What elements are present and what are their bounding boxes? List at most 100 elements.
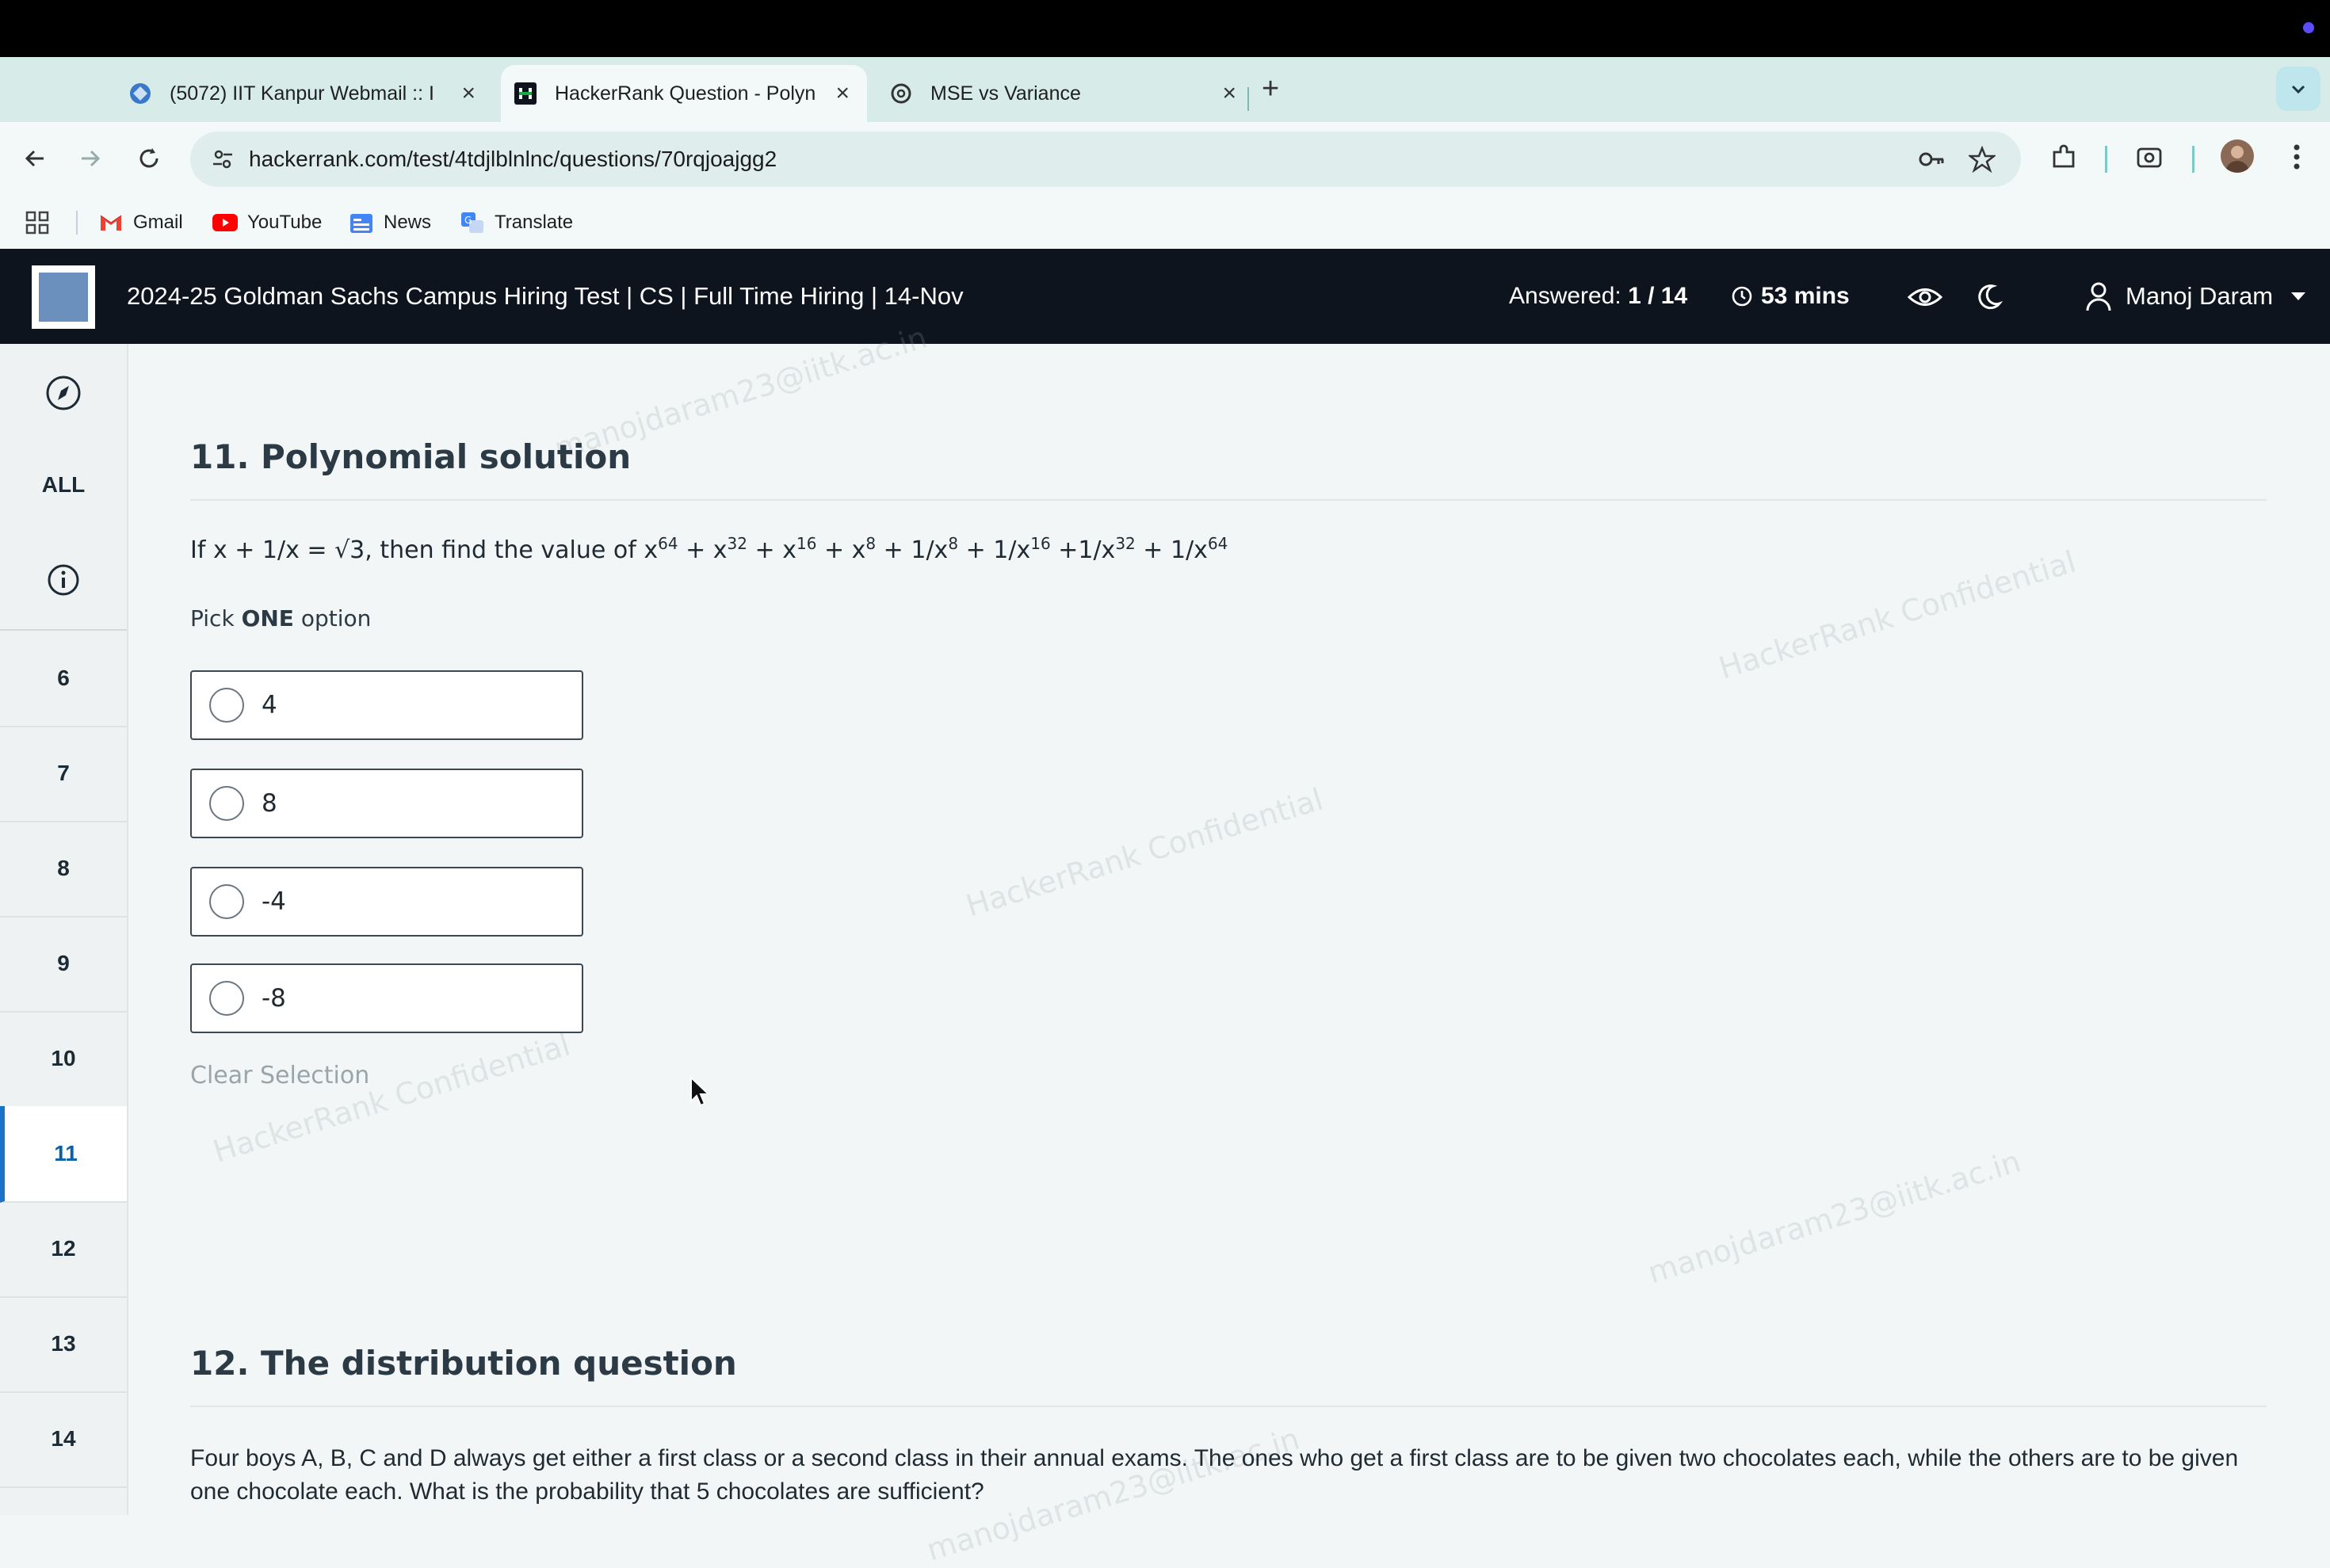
confidential-watermark: HackerRank Confidential <box>208 1027 575 1169</box>
option-label: 8 <box>262 789 277 818</box>
bookmark-label: YouTube <box>247 212 323 233</box>
chevron-down-icon <box>2291 85 2305 94</box>
close-icon[interactable]: × <box>461 79 476 108</box>
profile-avatar[interactable] <box>2221 139 2254 173</box>
question-12-title: 12. The distribution question <box>190 1344 737 1383</box>
apps-grid-icon[interactable] <box>24 206 51 239</box>
hackerrank-icon <box>514 82 537 105</box>
bookmark-translate[interactable]: G Translate <box>460 206 573 239</box>
close-icon[interactable]: × <box>835 79 850 108</box>
radio-button[interactable] <box>209 786 244 821</box>
tab-strip: (5072) IIT Kanpur Webmail :: I × HackerR… <box>0 57 2330 122</box>
term-exponent: 8 <box>865 534 877 553</box>
option-label: -4 <box>262 887 286 916</box>
term-exponent: 32 <box>1115 534 1136 553</box>
tab-separator <box>1247 87 1249 111</box>
address-bar[interactable]: hackerrank.com/test/4tdjlblnlnc/question… <box>190 132 2021 187</box>
bookmark-news[interactable]: News <box>349 206 431 239</box>
new-tab-button[interactable]: + <box>1262 70 1279 108</box>
gmail-icon <box>98 211 124 235</box>
tab-hackerrank[interactable]: HackerRank Question - Polyn × <box>501 65 867 122</box>
bookmark-star-icon[interactable] <box>1967 144 1997 174</box>
sidebar-question-13[interactable]: 13 <box>0 1296 127 1393</box>
term-exponent: 32 <box>727 534 747 553</box>
radio-button[interactable] <box>209 981 244 1016</box>
tab-webmail[interactable]: (5072) IIT Kanpur Webmail :: I × <box>128 65 493 122</box>
svg-text:G: G <box>464 215 472 226</box>
term-operator: + <box>1135 536 1171 564</box>
answered-counter: Answered: 1 / 14 <box>1509 249 1687 344</box>
user-menu[interactable]: Manoj Daram <box>2084 249 2306 344</box>
radio-button[interactable] <box>209 884 244 919</box>
sidebar-question-7[interactable]: 7 <box>0 726 127 822</box>
site-info-icon[interactable] <box>206 143 239 176</box>
navigation-bar: hackerrank.com/test/4tdjlblnlnc/question… <box>0 122 2330 196</box>
bookmarks-bar: Gmail YouTube News G Translate <box>0 196 2330 249</box>
openai-icon <box>889 82 913 105</box>
term-base: 1/x <box>1170 536 1208 564</box>
sidebar-question-14[interactable]: 14 <box>0 1391 127 1488</box>
sidebar-question-9[interactable]: 9 <box>0 916 127 1013</box>
tab-title: MSE vs Variance <box>930 82 1081 105</box>
sidebar-question-12[interactable]: 12 <box>0 1201 127 1298</box>
user-icon <box>2084 280 2113 312</box>
term-operator: + <box>1050 536 1079 564</box>
term-base: 1/x <box>993 536 1031 564</box>
pick-instruction: Pick ONE option <box>190 605 371 631</box>
status-dot <box>2303 22 2314 33</box>
forward-button[interactable] <box>73 141 108 176</box>
forward-arrow-icon <box>82 150 101 167</box>
question-12-text: Four boys A, B, C and D always get eithe… <box>190 1445 2239 1505</box>
reload-button[interactable] <box>132 141 166 176</box>
eye-icon[interactable] <box>1907 279 1943 315</box>
screenshot-icon[interactable] <box>2132 139 2167 174</box>
term-operator: + <box>678 536 713 564</box>
timer-value: 53 mins <box>1761 283 1850 309</box>
tab-mse-variance[interactable]: MSE vs Variance × <box>889 65 1254 122</box>
close-icon[interactable]: × <box>1222 79 1236 108</box>
confidential-watermark: HackerRank Confidential <box>961 781 1327 924</box>
bookmark-label: Gmail <box>133 212 183 233</box>
sidebar-question-8[interactable]: 8 <box>0 821 127 918</box>
sidebar-question-6[interactable]: 6 <box>0 631 127 727</box>
option-2[interactable]: 8 <box>190 769 583 838</box>
compass-icon[interactable] <box>0 371 127 415</box>
option-1[interactable]: 4 <box>190 670 583 740</box>
extensions-icon[interactable] <box>2046 139 2081 174</box>
password-key-icon[interactable] <box>1916 144 1946 174</box>
option-4[interactable]: -8 <box>190 963 583 1033</box>
bookmark-youtube[interactable]: YouTube <box>212 206 322 239</box>
answered-value: 1 / 14 <box>1628 283 1688 309</box>
question-11-text: If x + 1/x = √3, then find the value of … <box>190 534 1228 564</box>
radio-button[interactable] <box>209 688 244 723</box>
term-base: 1/x <box>1078 536 1116 564</box>
bookmark-label: News <box>384 212 432 233</box>
option-label: 4 <box>262 691 277 719</box>
confidential-watermark: HackerRank Confidential <box>1714 544 2080 686</box>
back-button[interactable] <box>17 141 52 176</box>
sidebar-all[interactable]: ALL <box>0 463 127 507</box>
email-watermark: manojdaram23@iitk.ac.in <box>1644 1143 2025 1291</box>
tab-search-button[interactable] <box>2276 67 2320 111</box>
sidebar-question-11[interactable]: 11 <box>0 1106 127 1203</box>
back-arrow-icon <box>25 150 44 167</box>
webmail-icon <box>128 82 152 105</box>
term-operator: + <box>958 536 994 564</box>
goldman-sachs-logo <box>32 265 95 329</box>
term-exponent: 16 <box>796 534 817 553</box>
dark-mode-moon-icon[interactable] <box>1970 279 2007 315</box>
bookmark-gmail[interactable]: Gmail <box>98 206 183 239</box>
term-base: x <box>782 536 796 564</box>
term-operator: + <box>816 536 852 564</box>
youtube-icon <box>212 211 238 235</box>
clear-selection-link[interactable]: Clear Selection <box>190 1062 369 1089</box>
option-3[interactable]: -4 <box>190 867 583 937</box>
sidebar-question-10[interactable]: 10 <box>0 1011 127 1108</box>
clock-icon <box>1731 285 1753 307</box>
info-icon[interactable] <box>0 558 127 602</box>
test-title: 2024-25 Goldman Sachs Campus Hiring Test… <box>127 282 964 310</box>
term-exponent: 8 <box>948 534 959 553</box>
news-icon <box>349 211 374 235</box>
menu-dots-icon[interactable] <box>2279 139 2314 174</box>
mouse-cursor-icon <box>690 1076 711 1107</box>
